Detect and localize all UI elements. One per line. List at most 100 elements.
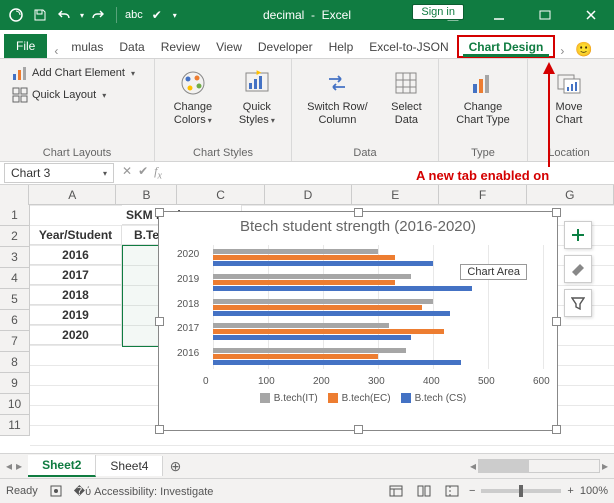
bar-series[interactable] [213, 335, 411, 340]
row-header[interactable]: 5 [0, 289, 30, 310]
bar-series[interactable] [213, 329, 444, 334]
tab-nav-right[interactable]: › [555, 44, 569, 58]
view-page-break-icon[interactable] [441, 481, 463, 501]
bar-series[interactable] [213, 311, 450, 316]
legend-entry[interactable]: B.tech(EC) [342, 393, 391, 404]
sign-in-button[interactable]: Sign in [412, 4, 464, 20]
col-header[interactable]: G [527, 185, 614, 205]
row-header[interactable]: 3 [0, 247, 30, 268]
col-header[interactable]: D [265, 185, 352, 205]
x-tick: 600 [533, 376, 550, 387]
tab-excel-to-json[interactable]: Excel-to-JSON [361, 35, 456, 58]
tab-chart-design[interactable]: Chart Design [457, 35, 556, 58]
change-chart-type-button[interactable]: Change Chart Type [447, 63, 519, 130]
cell[interactable]: 2019 [30, 305, 122, 325]
row-header[interactable]: 8 [0, 352, 30, 373]
tab-nav-left[interactable]: ‹ [49, 44, 63, 58]
col-header[interactable]: A [29, 185, 116, 205]
fx-cancel-icon[interactable]: ✕ [122, 164, 132, 181]
chart-styles-button[interactable] [564, 255, 592, 283]
chart-legend[interactable]: B.tech(IT) B.tech(EC) B.tech (CS) [159, 391, 557, 408]
bar-series[interactable] [213, 305, 422, 310]
bar-series[interactable] [213, 323, 389, 328]
tab-file[interactable]: File [4, 34, 47, 58]
tell-me-icon[interactable]: 🙂 [575, 41, 592, 58]
col-header[interactable]: E [352, 185, 439, 205]
hscroll-left[interactable]: ◂ [470, 459, 476, 473]
cell[interactable]: 2017 [30, 265, 122, 285]
add-chart-element-button[interactable]: Add Chart Element▾ [8, 63, 139, 83]
autosave-icon[interactable] [6, 5, 26, 25]
switch-row-column-button[interactable]: Switch Row/ Column [300, 63, 375, 130]
col-header[interactable]: C [177, 185, 264, 205]
save-icon[interactable] [30, 5, 50, 25]
col-header[interactable]: F [439, 185, 526, 205]
bar-series[interactable] [213, 249, 378, 254]
zoom-level[interactable]: 100% [580, 485, 608, 497]
accessibility-status[interactable]: �ύ Accessibility: Investigate [74, 485, 214, 498]
name-box[interactable]: Chart 3▾ [4, 163, 114, 183]
bar-series[interactable] [213, 274, 411, 279]
new-sheet-button[interactable]: ⊕ [163, 458, 187, 475]
bar-series[interactable] [213, 286, 472, 291]
row-header[interactable]: 10 [0, 394, 30, 415]
sheet-nav-prev[interactable]: ◂ [6, 459, 12, 473]
sheet-tab-active[interactable]: Sheet2 [28, 455, 96, 477]
macro-record-icon[interactable] [50, 485, 62, 497]
cell[interactable]: 2018 [30, 285, 122, 305]
select-all-corner[interactable] [0, 185, 29, 206]
bar-series[interactable] [213, 280, 395, 285]
bar-series[interactable] [213, 299, 433, 304]
worksheet-grid[interactable]: A B C D E F G 1 2 3 4 5 6 7 8 9 10 11 SK… [0, 185, 614, 453]
bar-series[interactable] [213, 354, 378, 359]
maximize-button[interactable] [522, 0, 568, 30]
col-header[interactable]: B [116, 185, 177, 205]
zoom-slider[interactable] [481, 489, 561, 493]
tab-formulas[interactable]: mulas [63, 35, 111, 58]
zoom-in-button[interactable]: + [567, 485, 573, 497]
view-normal-icon[interactable] [385, 481, 407, 501]
select-data-button[interactable]: Select Data [383, 63, 430, 130]
fx-icon[interactable]: fx [154, 164, 162, 181]
redo-icon[interactable] [88, 5, 108, 25]
tab-data[interactable]: Data [111, 35, 152, 58]
change-colors-button[interactable]: Change Colors▾ [163, 63, 223, 130]
view-page-layout-icon[interactable] [413, 481, 435, 501]
row-header[interactable]: 6 [0, 310, 30, 331]
tab-review[interactable]: Review [153, 35, 208, 58]
row-header[interactable]: 2 [0, 226, 30, 247]
quick-layout-button[interactable]: Quick Layout▾ [8, 85, 110, 105]
cell[interactable]: 2020 [30, 325, 122, 345]
y-tick: 2020 [177, 249, 199, 260]
row-header[interactable]: 1 [0, 205, 30, 226]
cell[interactable]: 2016 [30, 245, 122, 265]
chart-filters-button[interactable] [564, 289, 592, 317]
styles-icon [241, 67, 273, 99]
spellcheck-icon[interactable]: ✔ [147, 5, 167, 25]
chart-elements-button[interactable] [564, 221, 592, 249]
cell[interactable]: Year/Student [30, 225, 122, 245]
sheet-tab[interactable]: Sheet4 [96, 456, 163, 476]
row-header[interactable]: 9 [0, 373, 30, 394]
bar-series[interactable] [213, 261, 433, 266]
row-header[interactable]: 4 [0, 268, 30, 289]
fx-confirm-icon[interactable]: ✔ [138, 164, 148, 181]
zoom-out-button[interactable]: − [469, 485, 475, 497]
bar-series[interactable] [213, 360, 461, 365]
tab-developer[interactable]: Developer [250, 35, 321, 58]
sheet-nav-next[interactable]: ▸ [16, 459, 22, 473]
row-header[interactable]: 7 [0, 331, 30, 352]
quick-styles-button[interactable]: Quick Styles▾ [231, 63, 283, 130]
minimize-button[interactable] [476, 0, 522, 30]
close-button[interactable] [568, 0, 614, 30]
legend-entry[interactable]: B.tech (CS) [415, 393, 467, 404]
embedded-chart[interactable]: Btech student strength (2016-2020) 20202… [158, 211, 558, 431]
hscroll-right[interactable]: ▸ [602, 459, 608, 473]
tab-view[interactable]: View [208, 35, 250, 58]
tab-help[interactable]: Help [321, 35, 362, 58]
bar-series[interactable] [213, 255, 395, 260]
legend-entry[interactable]: B.tech(IT) [274, 393, 318, 404]
row-header[interactable]: 11 [0, 415, 30, 436]
undo-icon[interactable] [54, 5, 74, 25]
bar-series[interactable] [213, 348, 406, 353]
